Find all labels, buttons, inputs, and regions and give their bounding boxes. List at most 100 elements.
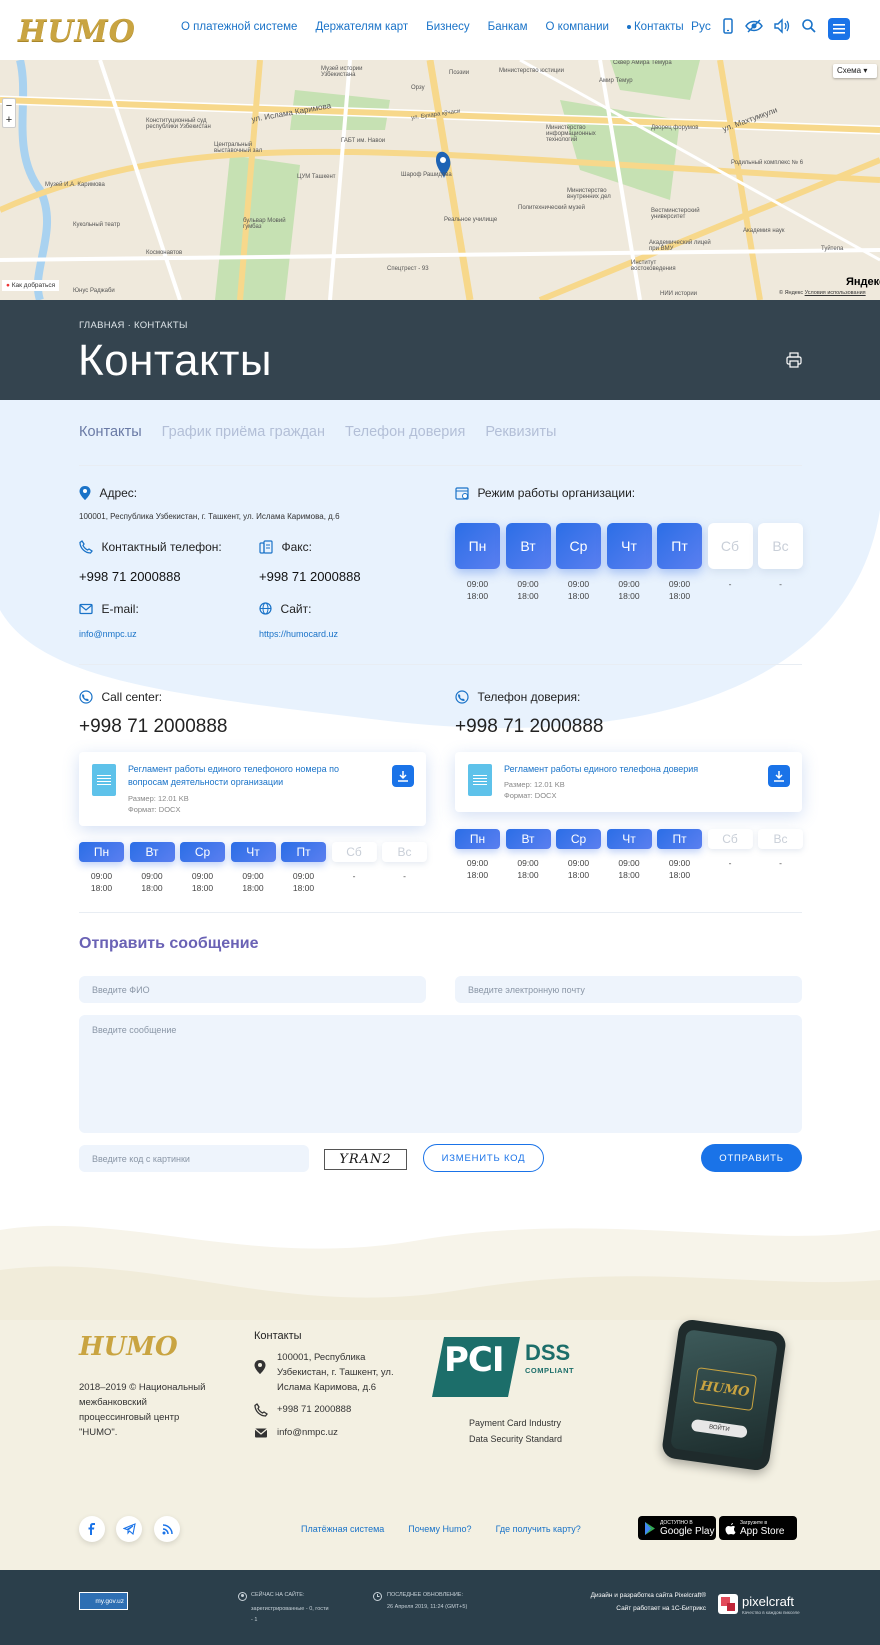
tab-requisites[interactable]: Реквизиты <box>485 424 556 440</box>
tab-trust-phone[interactable]: Телефон доверия <box>345 424 465 440</box>
footer-waves <box>0 1225 880 1330</box>
day-2: Вт <box>129 842 175 862</box>
doc-title[interactable]: Регламент работы единого телефоного номе… <box>128 763 358 789</box>
day-4: Чт <box>606 523 652 569</box>
hours-close: 18:00 <box>618 591 640 601</box>
day-hours: - <box>758 578 803 590</box>
terms-link[interactable]: Условия использования <box>805 290 866 296</box>
nav-business[interactable]: Бизнесу <box>426 21 470 33</box>
hours-close: 18:00 <box>567 870 590 880</box>
facebook-icon <box>88 1523 95 1535</box>
breadcrumb[interactable]: ГЛАВНАЯ · КОНТАКТЫ <box>79 320 188 331</box>
hours-open: - <box>779 579 782 589</box>
map-label: Конституционный суд республики Узбекиста… <box>146 118 211 130</box>
route-link[interactable]: ● Как добраться <box>2 280 60 291</box>
email-input[interactable]: Введите электронную почту <box>455 976 802 1003</box>
address-block: Адрес: 100001, Республика Узбекистан, г.… <box>79 484 340 521</box>
app-store-button[interactable]: Загрузите в App Store <box>719 1516 797 1540</box>
doc-title[interactable]: Регламент работы единого телефона довери… <box>504 763 734 776</box>
phone-value[interactable]: +998 71 2000888 <box>79 569 222 584</box>
callcenter-doc-card[interactable]: Регламент работы единого телефоного номе… <box>79 752 426 826</box>
address-label: Адрес: <box>99 486 138 500</box>
map-label: Родильный комплекс № 6 <box>731 160 804 166</box>
mobile-icon[interactable] <box>721 18 735 34</box>
rss-icon <box>162 1523 173 1534</box>
nav-about[interactable]: О компании <box>546 21 609 33</box>
trust-label: Телефон доверия: <box>477 690 581 704</box>
footer-link-payment[interactable]: Платёжная система <box>301 1524 384 1534</box>
map-label: Министерство внутренних дел <box>567 188 611 200</box>
apple-icon <box>725 1522 736 1534</box>
footer-link-why[interactable]: Почему Humo? <box>408 1524 471 1534</box>
trust-phone-icon <box>455 690 469 704</box>
map-label: Сквер Амира Темура <box>613 60 672 66</box>
yandex-logo[interactable]: Яндекс <box>846 276 880 288</box>
visually-impaired-icon[interactable] <box>744 18 763 34</box>
day-hours: - <box>332 870 377 882</box>
map-canvas[interactable] <box>0 60 880 300</box>
download-button[interactable] <box>392 765 414 787</box>
site-label: Сайт: <box>280 602 312 616</box>
menu-button[interactable] <box>828 18 850 40</box>
site-link[interactable]: https://humocard.uz <box>259 629 338 639</box>
footer-logo[interactable]: HUMO <box>79 1332 178 1362</box>
nav-payment-system[interactable]: О платежной системе <box>181 21 297 33</box>
hours-open: 09:00 <box>292 871 315 881</box>
tab-schedule[interactable]: График приёма граждан <box>162 424 325 440</box>
language-switch[interactable]: Рус <box>691 19 711 33</box>
captcha-input[interactable]: Введите код с картинки <box>79 1145 309 1172</box>
user-icon <box>238 1592 247 1601</box>
site-header: HUMO О платежной системе Держателям карт… <box>0 0 880 60</box>
dss-text: DSS <box>525 1340 571 1365</box>
humo-logo[interactable]: HUMO <box>18 14 136 49</box>
map-label: Спецтрест - 93 <box>387 266 429 272</box>
callcenter-phone[interactable]: +998 71 2000888 <box>79 716 227 738</box>
trust-block: Телефон доверия: +998 71 2000888 <box>455 688 603 738</box>
footer-contacts-title: Контакты <box>254 1330 302 1342</box>
online-value: зарегистрированные - 0, гости - 1 <box>251 1606 329 1623</box>
print-icon[interactable] <box>786 352 802 368</box>
email-link[interactable]: info@nmpc.uz <box>79 629 139 639</box>
footer-phone[interactable]: +998 71 2000888 <box>277 1402 404 1417</box>
download-button[interactable] <box>768 765 790 787</box>
map-type-dropdown[interactable]: Схема ▾ <box>833 64 877 78</box>
sound-icon[interactable] <box>773 18 791 34</box>
name-input[interactable]: Введите ФИО <box>79 976 426 1003</box>
page-title: Контакты <box>78 336 273 385</box>
day-hours: 09:00 18:00 <box>607 578 652 602</box>
telegram-button[interactable] <box>116 1516 142 1542</box>
trust-doc-card[interactable]: Регламент работы единого телефона довери… <box>455 752 802 812</box>
google-play-button[interactable]: ДОСТУПНО В Google Play <box>638 1516 716 1540</box>
zoom-in-button[interactable]: + <box>3 113 15 127</box>
footer-link-where[interactable]: Где получить карту? <box>496 1524 581 1534</box>
mygov-banner[interactable]: my.gov.uz <box>79 1592 128 1610</box>
day-4: Чт <box>606 829 652 849</box>
hours-close: 18:00 <box>668 591 691 601</box>
search-icon[interactable] <box>801 18 817 34</box>
zoom-out-button[interactable]: − <box>3 99 15 113</box>
phone-login-button: ВОЙТИ <box>690 1418 748 1439</box>
footer-email[interactable]: info@nmpc.uz <box>277 1425 404 1440</box>
map-type-label: Схема <box>837 66 862 75</box>
facebook-button[interactable] <box>79 1516 105 1542</box>
bitrix-credit[interactable]: Сайт работает на 1С-Битрикс <box>584 1605 706 1612</box>
yandex-map[interactable]: Музей истории Узбекистана Орзу Поэзии Ми… <box>0 60 880 300</box>
design-credit[interactable]: Дизайн и разработка сайта Pixelcraft® <box>584 1592 706 1599</box>
bottom-bar: my.gov.uz СЕЙЧАС НА САЙТЕ: зарегистриров… <box>0 1570 880 1645</box>
nav-contacts[interactable]: Контакты <box>627 21 684 33</box>
day-hours: - <box>382 870 427 882</box>
captcha-image: YRAN2 <box>324 1149 407 1170</box>
tab-contacts[interactable]: Контакты <box>79 424 142 440</box>
hours-close: 18:00 <box>191 883 214 893</box>
change-captcha-button[interactable]: ИЗМЕНИТЬ КОД <box>423 1144 544 1172</box>
message-textarea[interactable]: Введите сообщение <box>79 1015 802 1133</box>
rss-button[interactable] <box>154 1516 180 1542</box>
hours-open: 09:00 <box>191 871 214 881</box>
send-button[interactable]: ОТПРАВИТЬ <box>701 1144 802 1172</box>
trust-phone[interactable]: +998 71 2000888 <box>455 716 603 738</box>
telegram-icon <box>122 1523 136 1535</box>
nav-banks[interactable]: Банкам <box>488 21 528 33</box>
nav-cardholders[interactable]: Держателям карт <box>315 21 408 33</box>
map-label: НИИ истории <box>660 291 698 297</box>
pixelcraft-logo[interactable]: pixelcraft <box>742 1594 794 1609</box>
